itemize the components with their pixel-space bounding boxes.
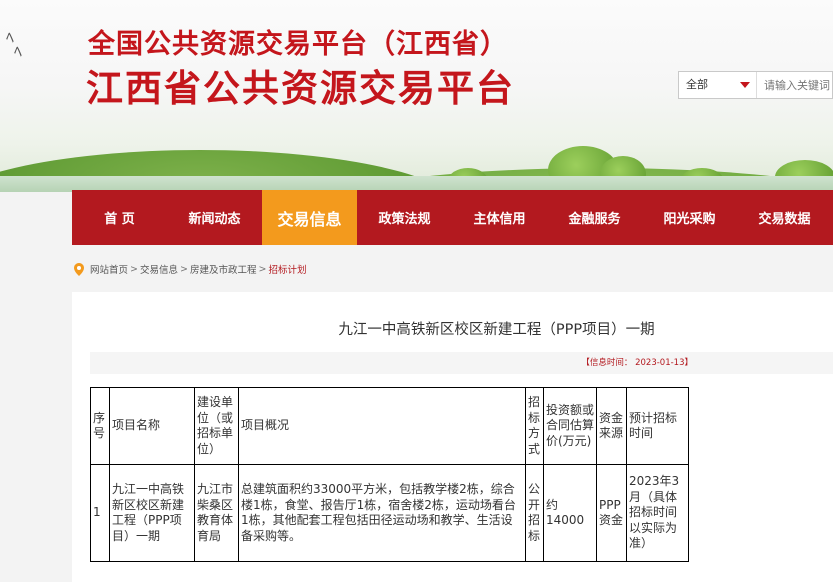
tender-plan-table: 序号 项目名称 建设单位（或招标单位） 项目概况 招标方式 投资额或合同估算价(… <box>90 387 689 562</box>
nav-item-trading-info[interactable]: 交易信息 <box>262 190 357 245</box>
breadcrumb-separator: > <box>180 263 188 275</box>
header-banner: ﾍ ﾍ 全国公共资源交易平台（江西省） 江西省公共资源交易平台 全部 <box>0 0 833 192</box>
breadcrumb-construction[interactable]: 房建及市政工程 <box>190 262 257 276</box>
table-header-cell: 资金来源 <box>596 387 627 465</box>
breadcrumb-separator: > <box>258 263 267 275</box>
bird-icon: ﾍ <box>6 28 15 47</box>
table-cell: 约14000 <box>543 464 597 562</box>
nav-item-policies[interactable]: 政策法规 <box>357 190 452 245</box>
info-time: 【信息时间： 2023-01-13】 <box>90 352 833 374</box>
nav-item-procurement[interactable]: 阳光采购 <box>642 190 737 245</box>
nav-item-data[interactable]: 交易数据 <box>737 190 832 245</box>
table-header-cell: 投资额或合同估算价(万元) <box>543 387 597 465</box>
table-cell: 九江市柴桑区教育体育局 <box>194 464 239 562</box>
nav-item-home[interactable]: 首 页 <box>72 190 167 245</box>
bird-icon: ﾍ <box>14 42 23 61</box>
search-scope-select[interactable]: 全部 <box>679 72 757 98</box>
table-cell: 九江一中高铁新区校区新建工程（PPP项目）一期 <box>109 464 195 562</box>
search-box: 全部 <box>678 71 833 99</box>
breadcrumb-separator: > <box>130 263 138 275</box>
content-panel: 九江一中高铁新区校区新建工程（PPP项目）一期 【信息时间： 2023-01-1… <box>72 292 833 582</box>
nav-item-finance[interactable]: 金融服务 <box>547 190 642 245</box>
site-subtitle: 全国公共资源交易平台（江西省） <box>88 29 508 60</box>
table-header-cell: 项目名称 <box>109 387 195 465</box>
table-row: 1 九江一中高铁新区校区新建工程（PPP项目）一期 九江市柴桑区教育体育局 总建… <box>90 464 689 562</box>
table-header-cell: 招标方式 <box>525 387 544 465</box>
search-input[interactable] <box>759 72 832 98</box>
location-pin-icon <box>74 262 84 276</box>
breadcrumb: 网站首页 > 交易信息 > 房建及市政工程 > 招标计划 <box>74 262 306 276</box>
site-title: 江西省公共资源交易平台 <box>86 67 515 110</box>
nav-item-credit[interactable]: 主体信用 <box>452 190 547 245</box>
table-header-cell: 预计招标时间 <box>626 387 689 465</box>
table-cell: 总建筑面积约33000平方米，包括教学楼2栋，综合楼1栋，食堂、报告厅1栋，宿舍… <box>238 464 526 562</box>
table-header-cell: 项目概况 <box>238 387 526 465</box>
table-cell: 2023年3月（具体招标时间以实际为准） <box>626 464 689 562</box>
main-nav: 首 页 新闻动态 交易信息 政策法规 主体信用 金融服务 阳光采购 交易数据 <box>72 190 833 245</box>
breadcrumb-trading-info[interactable]: 交易信息 <box>140 262 178 276</box>
breadcrumb-home[interactable]: 网站首页 <box>90 262 128 276</box>
article-title: 九江一中高铁新区校区新建工程（PPP项目）一期 <box>338 322 655 338</box>
nav-item-news[interactable]: 新闻动态 <box>167 190 262 245</box>
table-header-row: 序号 项目名称 建设单位（或招标单位） 项目概况 招标方式 投资额或合同估算价(… <box>90 387 689 465</box>
chevron-down-icon <box>740 82 750 88</box>
breadcrumb-current: 招标计划 <box>268 265 307 276</box>
table-header-cell: 序号 <box>90 387 110 465</box>
table-cell: 公开招标 <box>525 464 544 562</box>
table-header-cell: 建设单位（或招标单位） <box>194 387 239 465</box>
table-cell: PPP资金 <box>596 464 627 562</box>
table-cell: 1 <box>90 464 110 562</box>
search-scope-value: 全部 <box>686 78 708 91</box>
